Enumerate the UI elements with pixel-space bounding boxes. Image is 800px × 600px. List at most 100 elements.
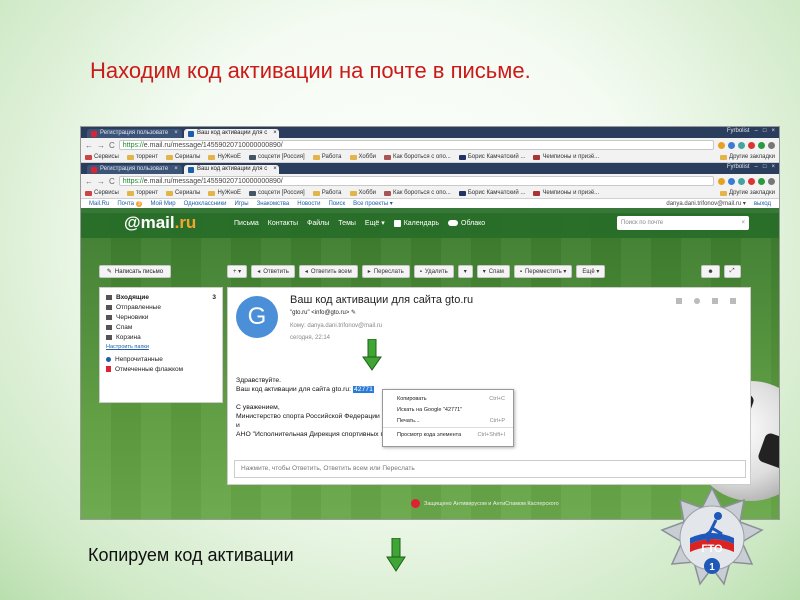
forward-icon[interactable]: →	[97, 177, 105, 186]
move-button[interactable]: ▪ Переместить ▾	[513, 265, 573, 278]
close-icon[interactable]: ×	[273, 165, 277, 174]
nav-calendar[interactable]: Календарь	[393, 219, 439, 227]
bookmark-services[interactable]: Сервисы	[85, 154, 119, 160]
reload-icon[interactable]: C	[109, 141, 115, 150]
tab-activation-code[interactable]: Ваш код активации для с ×	[184, 165, 279, 174]
bookmark-torrent[interactable]: торрент	[126, 190, 158, 196]
bookmark-champions[interactable]: Чемпионы и призё...	[533, 154, 599, 160]
clear-icon[interactable]: ×	[741, 220, 745, 226]
bookmark-serials[interactable]: Сериалы	[165, 154, 200, 160]
bookmark-icon[interactable]	[676, 298, 682, 304]
theme-button[interactable]: ☻	[701, 265, 720, 278]
ctx-search-google[interactable]: Искать на Google "42771"	[383, 404, 513, 415]
more-button[interactable]: Ещё ▾	[576, 265, 606, 278]
ctx-inspect[interactable]: Просмотр кода элемента Ctrl+Shift+I	[383, 429, 513, 440]
portal-link[interactable]: Новости	[297, 201, 320, 207]
portal-link[interactable]: Знакомства	[257, 201, 290, 207]
quick-reply-input[interactable]: Нажмите, чтобы Ответить, Ответить всем и…	[234, 460, 746, 478]
folder-sent[interactable]: Отправленные	[106, 302, 216, 312]
nav-cloud[interactable]: Облако	[448, 220, 485, 227]
more-icon[interactable]	[712, 298, 718, 304]
tab-activation-code[interactable]: Ваш код активации для с ×	[184, 129, 279, 138]
mail-search-input[interactable]: Поиск по почте ×	[617, 216, 749, 230]
forward-button[interactable]: ▸ Переслать	[361, 265, 410, 278]
ctx-print[interactable]: Печать... Ctrl+P	[383, 415, 513, 426]
portal-link[interactable]: Мой Мир	[150, 201, 175, 207]
minimize-icon[interactable]: –	[755, 164, 758, 170]
portal-link[interactable]: Все проекты ▾	[353, 200, 393, 207]
ctx-copy[interactable]: Копировать Ctrl+C	[383, 393, 513, 404]
menu-icon[interactable]	[768, 141, 775, 149]
extension-icon[interactable]	[748, 177, 755, 185]
bookmark-torrent[interactable]: торрент	[126, 154, 158, 160]
close-window-icon[interactable]: ×	[771, 164, 775, 170]
folder-inbox[interactable]: Входящие 3	[106, 292, 216, 302]
nav-files[interactable]: Файлы	[307, 220, 329, 227]
nav-letters[interactable]: Письма	[234, 220, 259, 227]
portal-link[interactable]: Mail.Ru	[89, 201, 109, 207]
message-from[interactable]: "gto.ru" <info@gto.ru> ✎	[290, 309, 356, 316]
star-icon[interactable]	[718, 141, 725, 149]
bookmark-champions[interactable]: Чемпионы и призё...	[533, 190, 599, 196]
minimize-icon[interactable]: –	[755, 128, 758, 134]
dot-icon[interactable]	[694, 298, 700, 304]
nav-contacts[interactable]: Контакты	[268, 220, 298, 227]
delete-button[interactable]: ▪ Удалить	[413, 265, 454, 278]
spam-button[interactable]: ▾ Спам	[476, 265, 510, 278]
back-icon[interactable]: ←	[85, 141, 93, 150]
extension-icon[interactable]	[748, 141, 755, 149]
activation-code[interactable]: 42771	[352, 386, 374, 393]
mail-logo[interactable]: @mail.ru	[124, 213, 234, 233]
folder-spam[interactable]: Спам	[106, 322, 216, 332]
portal-link[interactable]: Одноклассники	[184, 201, 227, 207]
url-field[interactable]: https:// e.mail.ru/message/1455902071000…	[118, 140, 714, 150]
bookmark-social[interactable]: соцсети [Россия]	[249, 190, 305, 196]
filter-flagged[interactable]: Отмеченные флажком	[106, 364, 216, 374]
bookmark-boris[interactable]: Борис Камчатский ...	[458, 190, 525, 196]
bookmark-fight[interactable]: Как бороться с опо...	[384, 154, 451, 160]
bookmark-work[interactable]: Работа	[312, 154, 342, 160]
extension-icon[interactable]	[728, 141, 735, 149]
bookmark-hobby[interactable]: Хобби	[349, 190, 376, 196]
extension-icon[interactable]	[728, 177, 735, 185]
fullscreen-button[interactable]: ⤢	[723, 265, 741, 278]
close-icon[interactable]: ×	[174, 129, 178, 138]
bookmark-fight[interactable]: Как бороться с опо...	[384, 190, 451, 196]
maximize-icon[interactable]: □	[763, 164, 767, 170]
maximize-icon[interactable]: □	[763, 128, 767, 134]
extension-icon[interactable]	[738, 177, 745, 185]
extension-icon[interactable]	[758, 177, 765, 185]
nav-more[interactable]: Ещё ▾	[365, 219, 385, 227]
portal-link[interactable]: Игры	[234, 201, 248, 207]
close-window-icon[interactable]: ×	[771, 128, 775, 134]
add-button[interactable]: + ▾	[227, 265, 248, 278]
menu-icon[interactable]	[768, 177, 775, 185]
bookmark-social[interactable]: соцсети [Россия]	[249, 154, 305, 160]
logout-link[interactable]: выход	[754, 201, 771, 207]
tab-registration[interactable]: Регистрация пользовате ×	[87, 129, 182, 138]
back-icon[interactable]: ←	[85, 177, 93, 186]
portal-link-mail[interactable]: Почта 3	[117, 200, 143, 207]
extension-icon[interactable]	[738, 141, 745, 149]
folder-trash[interactable]: Корзина	[106, 332, 216, 342]
folder-settings-link[interactable]: Настроить папки	[106, 344, 216, 350]
bookmark-nuzhnoe[interactable]: НуЖноЕ	[208, 190, 241, 196]
reply-all-button[interactable]: ◂ Ответить всем	[298, 265, 358, 278]
extension-icon[interactable]	[758, 141, 765, 149]
tab-registration[interactable]: Регистрация пользовате ×	[87, 165, 182, 174]
forward-icon[interactable]: →	[97, 141, 105, 150]
delete-more-button[interactable]: ▾	[457, 265, 473, 278]
user-email[interactable]: danya.dani.trifonov@mail.ru ▾	[666, 200, 745, 207]
reply-button[interactable]: ◂ Ответить	[251, 265, 295, 278]
write-letter-button[interactable]: ✎ Написать письмо	[99, 265, 171, 278]
url-field[interactable]: https:// e.mail.ru/message/1455902071000…	[118, 176, 714, 186]
folder-drafts[interactable]: Черновики	[106, 312, 216, 322]
portal-link[interactable]: Поиск	[328, 201, 345, 207]
bookmark-other[interactable]: Другие закладки	[720, 154, 775, 160]
bookmark-boris[interactable]: Борис Камчатский ...	[458, 154, 525, 160]
close-icon[interactable]: ×	[273, 129, 277, 138]
bookmark-hobby[interactable]: Хобби	[349, 154, 376, 160]
filter-unread[interactable]: Непрочитанные	[106, 354, 216, 364]
close-icon[interactable]	[730, 298, 736, 304]
bookmark-nuzhnoe[interactable]: НуЖноЕ	[208, 154, 241, 160]
